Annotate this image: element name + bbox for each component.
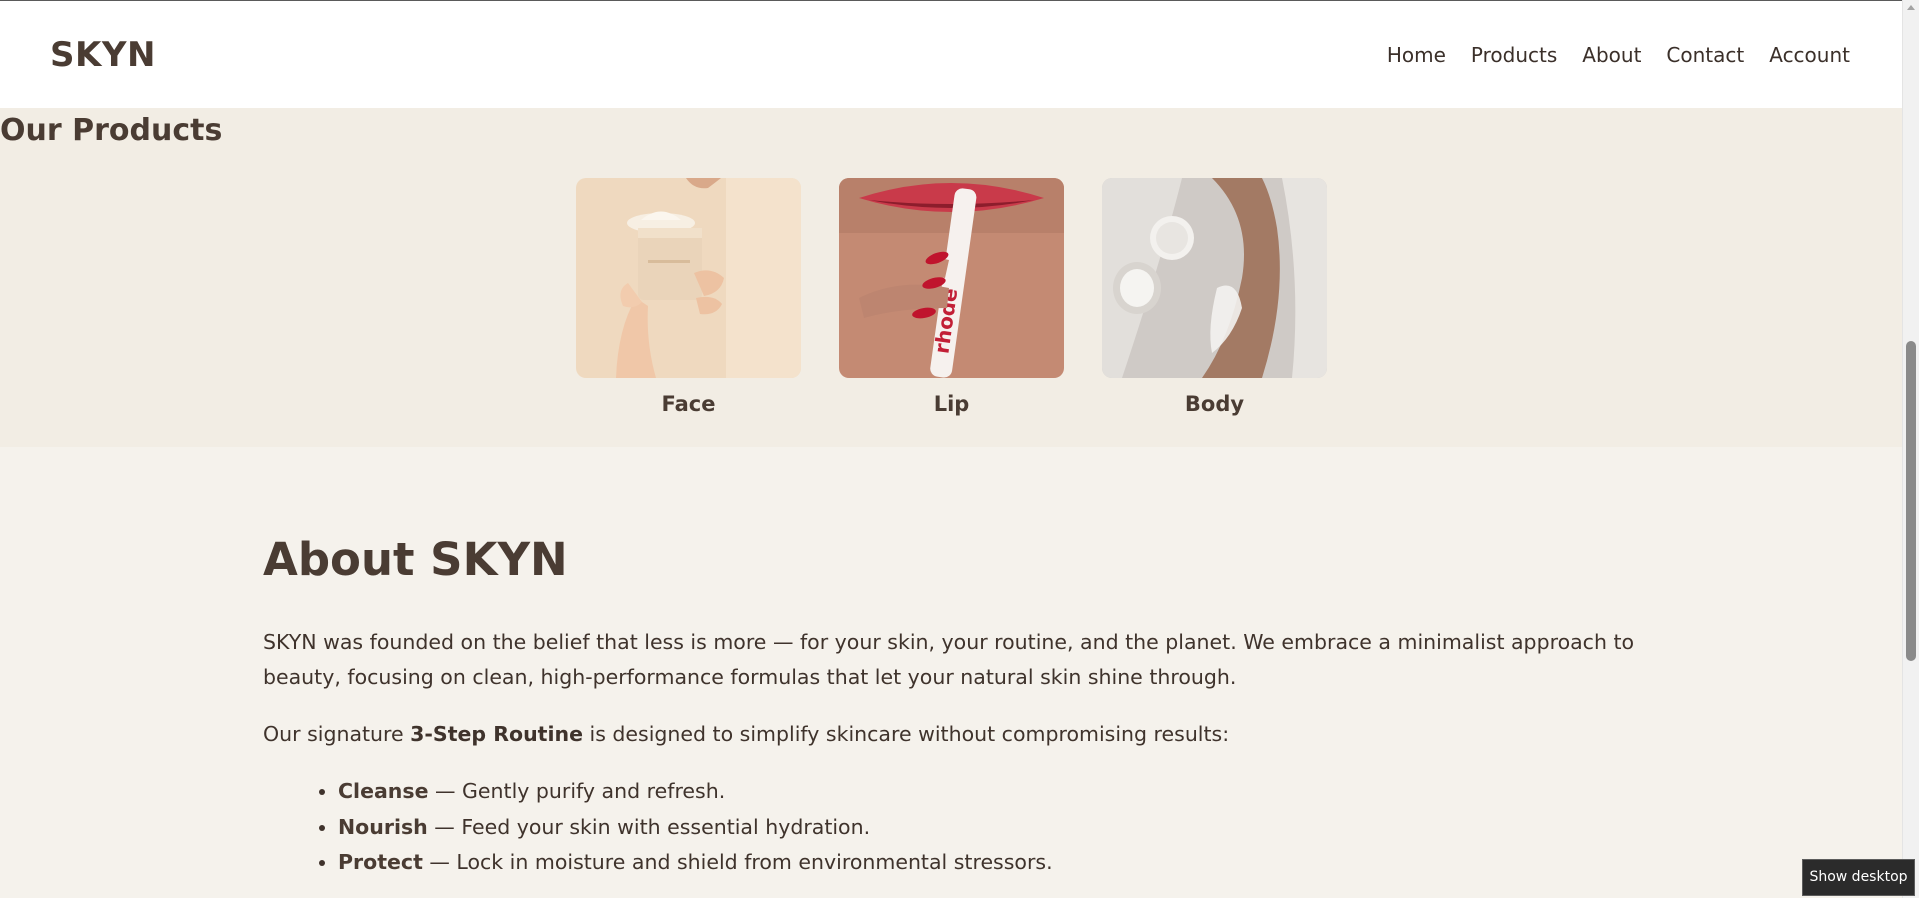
about-paragraph-1: SKYN was founded on the belief that less… [263,630,1635,689]
page: SKYN Home Products About Contact Account… [0,0,1919,898]
product-label-lip: Lip [933,392,970,416]
cream-jar-photo [576,178,801,378]
vertical-scrollbar[interactable] [1902,0,1919,898]
routine-step-nourish: Nourish — Feed your skin with essential … [338,810,1643,846]
body-cream-photo [1102,178,1327,378]
products-section: Our Products Face rhode Lip Body [0,108,1902,447]
step-text: — Lock in moisture and shield from envir… [422,850,1053,874]
nav-products[interactable]: Products [1471,43,1557,67]
routine-steps-list: Cleanse — Gently purify and refresh. Nou… [338,774,1643,881]
product-label-face: Face [661,392,716,416]
nav-home[interactable]: Home [1387,43,1446,67]
show-desktop-tooltip: Show desktop [1802,859,1915,896]
step-text: — Feed your skin with essential hydratio… [427,814,871,839]
routine-intro-prefix: Our signature [263,722,411,746]
step-name: Nourish [338,814,428,839]
scrollbar-thumb[interactable] [1906,341,1916,661]
main-nav: Home Products About Contact Account [1387,43,1850,67]
face-product-image[interactable] [576,178,801,378]
step-text: — Gently purify and refresh. [428,779,726,803]
routine-step-cleanse: Cleanse — Gently purify and refresh. [338,774,1643,810]
product-card-face[interactable]: Face [576,178,801,416]
nav-account[interactable]: Account [1769,43,1850,67]
lip-tube-photo: rhode [839,178,1064,378]
nav-contact[interactable]: Contact [1666,43,1744,67]
nav-about[interactable]: About [1582,43,1641,67]
product-card-lip[interactable]: rhode Lip [839,178,1064,416]
lip-product-image[interactable]: rhode [839,178,1064,378]
step-name: Protect [338,850,423,874]
site-header: SKYN Home Products About Contact Account [0,1,1902,108]
routine-intro-suffix: is designed to simplify skincare without… [583,722,1230,746]
brand-logo[interactable]: SKYN [50,35,156,75]
product-label-body: Body [1184,392,1245,416]
routine-step-protect: Protect — Lock in moisture and shield fr… [338,845,1643,881]
step-name: Cleanse [338,779,429,803]
product-cards: Face rhode Lip Body [576,178,1327,416]
products-title: Our Products [0,113,223,148]
body-product-image[interactable] [1102,178,1327,378]
about-section: About SKYN SKYN was founded on the belie… [0,447,1902,898]
product-card-body[interactable]: Body [1102,178,1327,416]
about-body: SKYN was founded on the belief that less… [263,625,1643,881]
about-title: About SKYN [263,533,568,586]
about-paragraph-2: Our signature 3-Step Routine is designed… [263,717,1643,752]
routine-name: 3-Step Routine [410,722,583,746]
scroll-up-arrow-icon[interactable] [1907,5,1915,10]
